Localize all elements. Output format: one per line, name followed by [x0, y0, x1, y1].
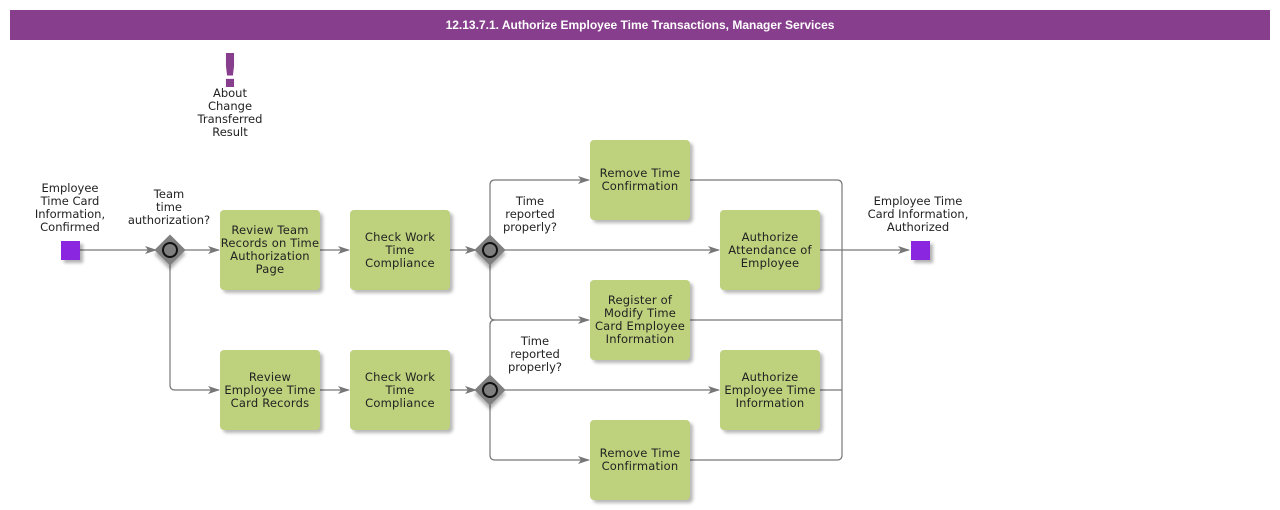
task-remove-time-confirmation-1[interactable]: Remove Time Confirmation: [590, 140, 690, 220]
gateway-circle-icon: [482, 242, 498, 258]
start-event-label: Employee Time Card Information, Confirme…: [34, 181, 106, 234]
task-remove-time-confirmation-2[interactable]: Remove Time Confirmation: [590, 420, 690, 500]
task-check-work-time-compliance-1[interactable]: Check Work Time Compliance: [350, 210, 450, 290]
task-check-work-time-compliance-2[interactable]: Check Work Time Compliance: [350, 350, 450, 430]
flow-gateway1-to-review-employee: [169, 264, 220, 394]
flow-gateway3-to-remove: [489, 404, 590, 464]
gateway-time-reported-label-2: Time reported properly?: [507, 334, 563, 374]
gateway-circle-icon: [162, 242, 178, 258]
task-authorize-attendance[interactable]: Authorize Attendance of Employee: [720, 210, 820, 290]
task-review-employee-time-card[interactable]: Review Employee Time Card Records: [220, 350, 320, 430]
flow-gateway2-to-register: [489, 264, 590, 324]
annotation-label: About Change Transferred Result: [197, 86, 263, 139]
end-event[interactable]: [911, 241, 930, 260]
start-event[interactable]: [61, 241, 80, 260]
end-event-label: Employee Time Card Information, Authoriz…: [867, 194, 969, 234]
gateway-team-label: Team time authorization?: [127, 187, 211, 227]
task-authorize-employee-time-info[interactable]: Authorize Employee Time Information: [720, 350, 820, 430]
flow-gateway3-to-register: [489, 319, 496, 376]
gateway-circle-icon: [482, 382, 498, 398]
gateway-time-reported-label-1: Time reported properly?: [502, 194, 558, 234]
task-review-team-records[interactable]: Review Team Records on Time Authorizatio…: [220, 210, 320, 290]
task-register-modify-time-card[interactable]: Register of Modify Time Card Employee In…: [590, 280, 690, 360]
